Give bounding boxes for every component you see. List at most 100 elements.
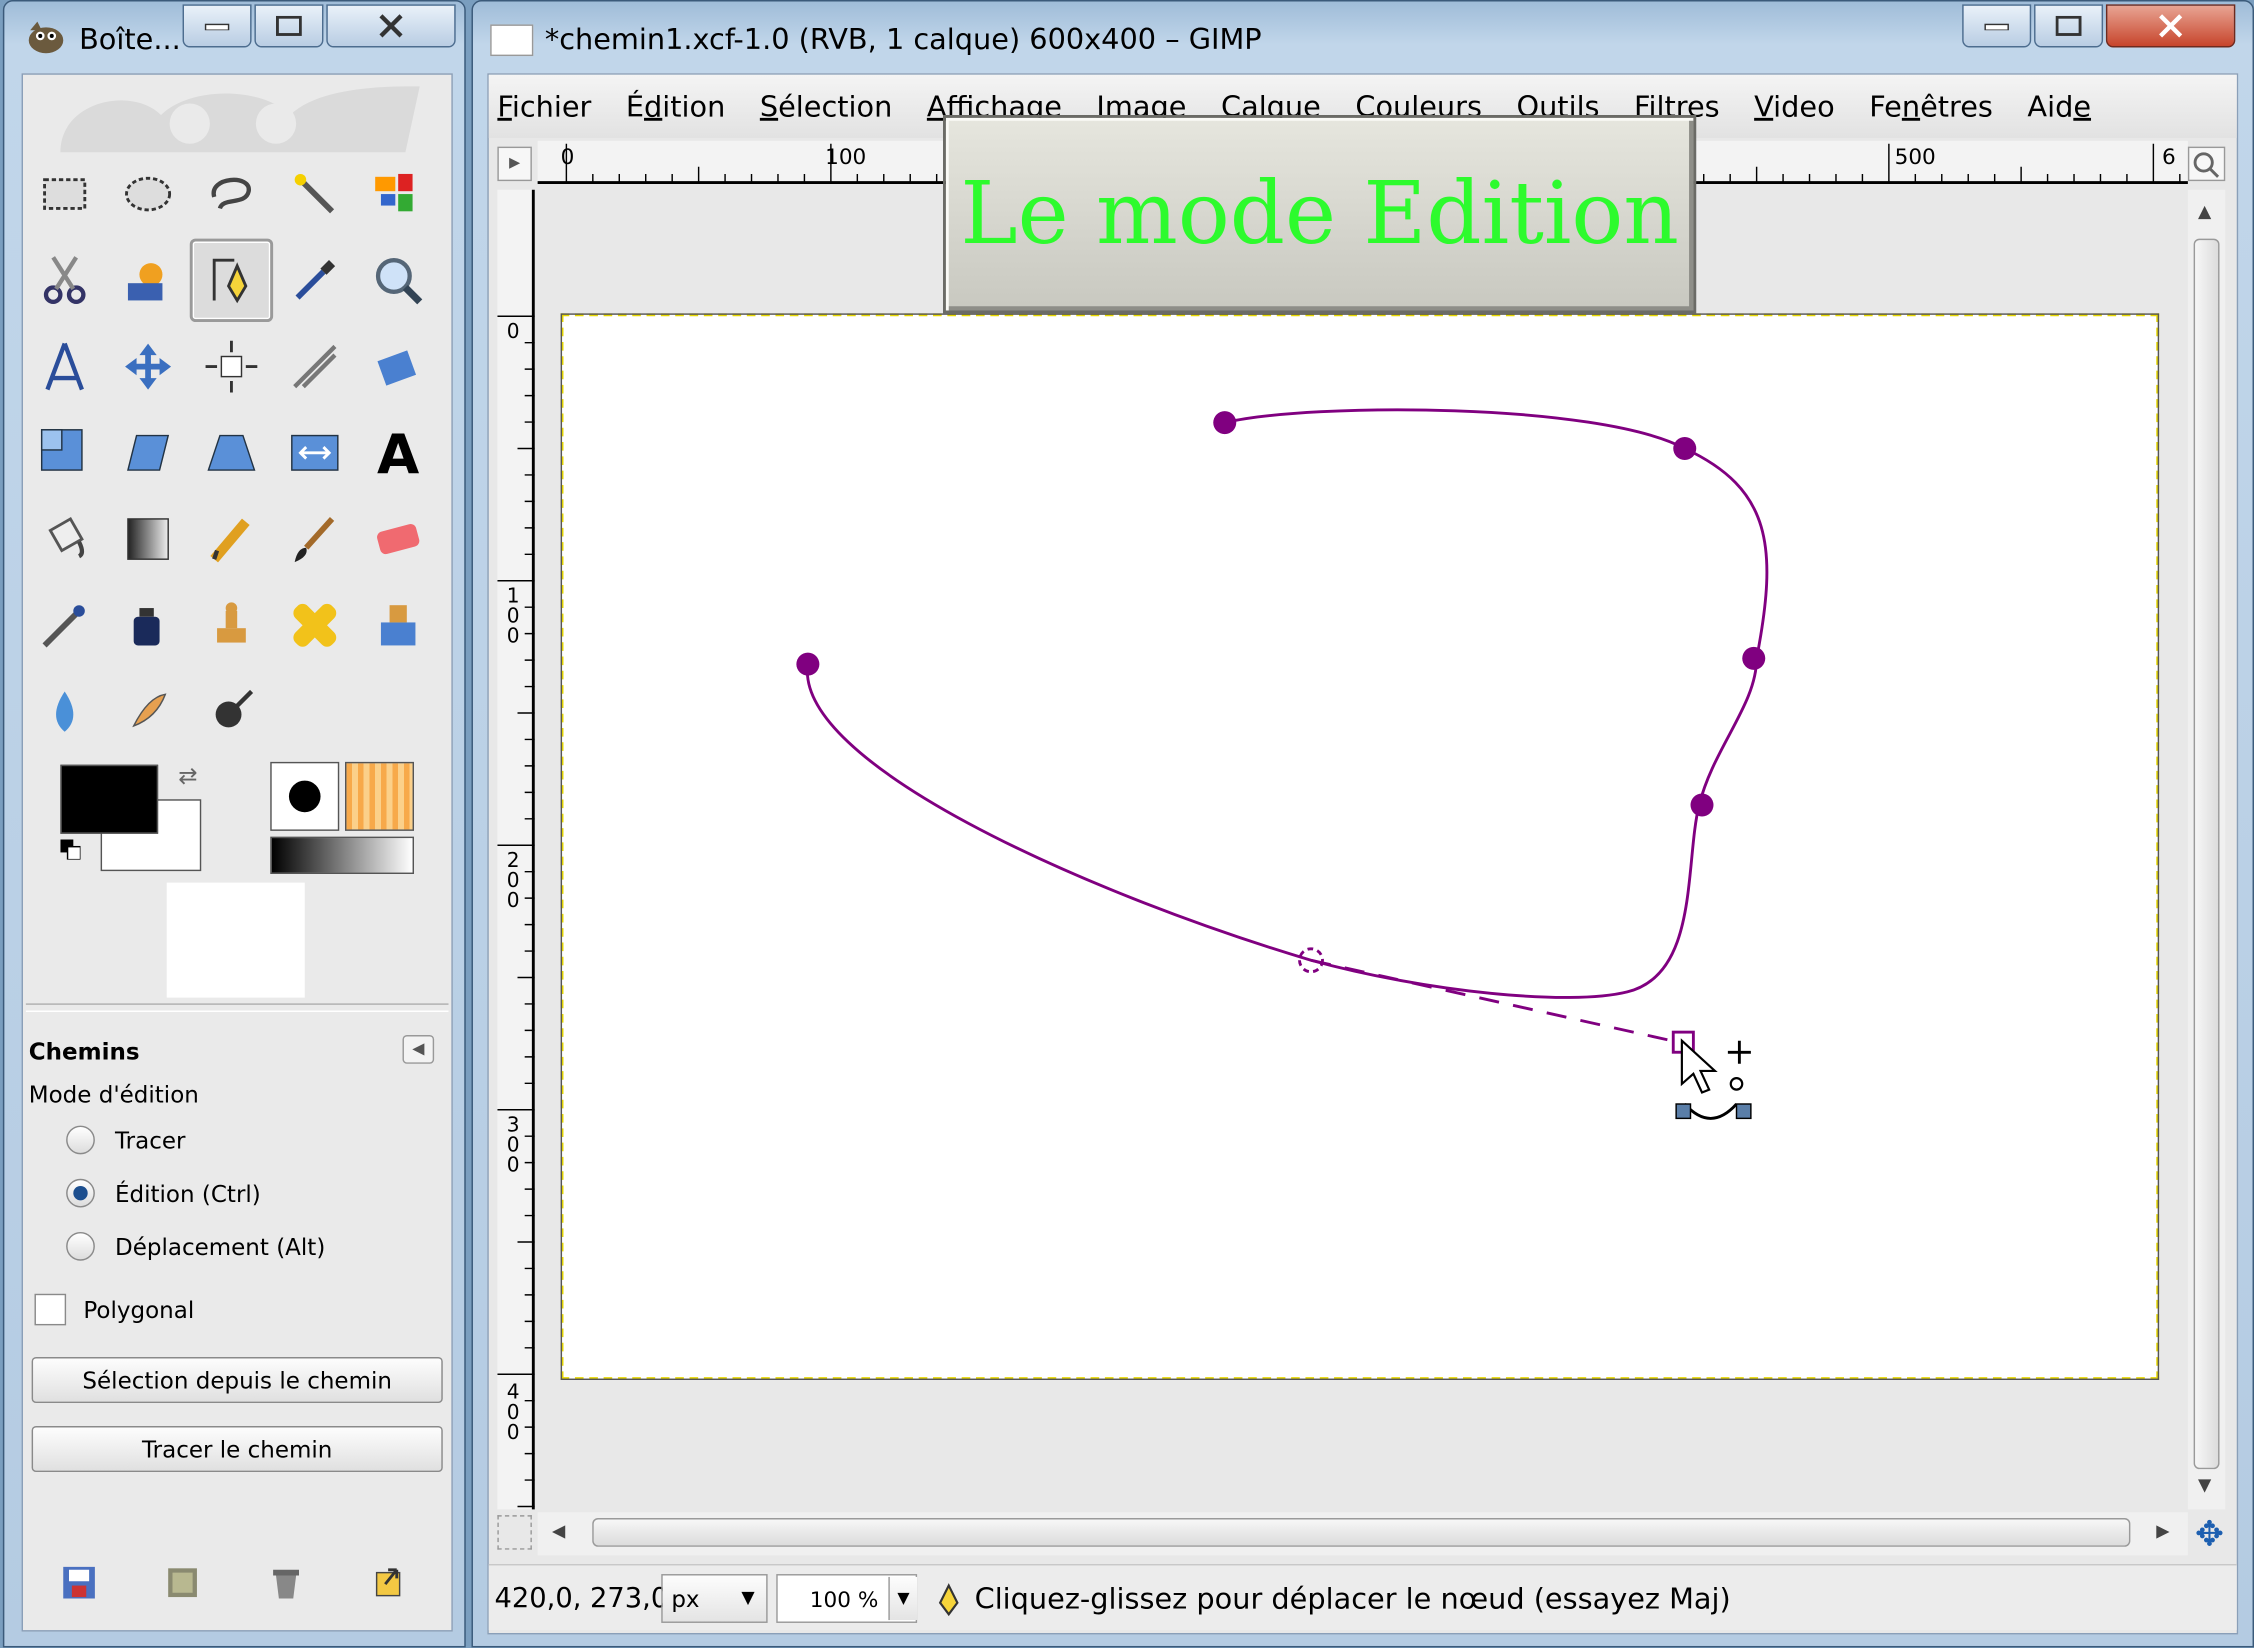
clone-tool-icon[interactable] (190, 584, 273, 667)
swap-colors-icon[interactable]: ⇄ (178, 762, 197, 789)
quick-mask-toggle-icon[interactable] (497, 1515, 532, 1550)
perspective-tool-icon[interactable] (190, 411, 273, 494)
mode-move-label: Déplacement (Alt) (115, 1232, 326, 1260)
image-canvas[interactable] (560, 313, 2163, 1383)
scale-tool-icon[interactable] (23, 411, 106, 494)
blend-tool-icon[interactable] (106, 497, 189, 580)
path-overlay[interactable] (564, 316, 2163, 1383)
color-select-tool-icon[interactable] (357, 152, 440, 235)
color-picker-tool-icon[interactable] (273, 239, 356, 322)
menu-item[interactable]: Fichier (497, 89, 591, 124)
mode-design-radio[interactable]: Tracer (66, 1121, 185, 1158)
rotate-tool-icon[interactable] (357, 325, 440, 408)
restore-options-icon[interactable] (161, 1561, 204, 1604)
move-tool-icon[interactable] (106, 325, 189, 408)
maximize-button[interactable] (254, 4, 324, 48)
navigate-icon[interactable]: ✥ (2191, 1515, 2228, 1552)
horizontal-scroll-thumb[interactable] (592, 1518, 2131, 1547)
text-tool-icon[interactable]: A (357, 411, 440, 494)
maximize-button[interactable] (2034, 4, 2104, 48)
polygonal-checkbox[interactable]: Polygonal (34, 1293, 194, 1326)
menu-item[interactable]: Aide (2027, 89, 2091, 124)
path-anchor[interactable] (1673, 437, 1697, 460)
stroke-path-button[interactable]: Tracer le chemin (31, 1426, 443, 1472)
reset-options-icon[interactable] (368, 1561, 411, 1604)
checkbox-box[interactable] (34, 1293, 67, 1326)
mode-move-radio[interactable]: Déplacement (Alt) (66, 1228, 325, 1265)
scroll-up-arrow-icon[interactable]: ▲ (2198, 201, 2211, 221)
radio-indicator[interactable] (66, 1125, 95, 1155)
hruler-label-600: 6 (2162, 143, 2176, 170)
horizontal-scrollbar[interactable]: ◀ ▶ (537, 1512, 2188, 1556)
paths-tool-icon[interactable] (189, 238, 274, 322)
vertical-ruler[interactable]: 0 100 200 300 400 (497, 189, 535, 1510)
radio-indicator-selected[interactable] (66, 1178, 95, 1208)
radio-indicator[interactable] (66, 1231, 95, 1261)
dodge-burn-tool-icon[interactable] (190, 670, 273, 753)
menu-item-label: Aid (2027, 89, 2074, 124)
smudge-tool-icon[interactable] (106, 670, 189, 753)
zoom-tool-icon[interactable] (357, 239, 440, 322)
brush-preview[interactable] (270, 761, 340, 831)
vertical-scrollbar[interactable]: ▲ ▼ (2187, 189, 2226, 1510)
menu-item[interactable]: Fenêtres (1869, 89, 1993, 124)
selection-from-path-button[interactable]: Sélection depuis le chemin (31, 1357, 443, 1403)
path-anchor[interactable] (1690, 793, 1714, 817)
delete-options-icon[interactable] (265, 1561, 308, 1604)
minimize-button[interactable] (182, 4, 252, 48)
bucket-fill-tool-icon[interactable] (23, 497, 106, 580)
vertical-scroll-thumb[interactable] (2193, 238, 2220, 1470)
pattern-preview[interactable] (345, 761, 414, 831)
crop-tool-icon[interactable] (273, 325, 356, 408)
flip-tool-icon[interactable] (273, 411, 356, 494)
scroll-right-arrow-icon[interactable]: ▶ (2156, 1521, 2169, 1541)
bezier-path[interactable] (806, 408, 1769, 999)
rect-select-tool-icon[interactable] (23, 152, 106, 235)
menu-item[interactable]: Video (1754, 89, 1835, 124)
scroll-left-arrow-icon[interactable]: ◀ (552, 1521, 565, 1541)
heal-tool-icon[interactable] (273, 584, 356, 667)
minimize-button[interactable] (1962, 4, 2032, 48)
path-anchor[interactable] (1213, 411, 1237, 435)
image-titlebar[interactable]: *chemin1.xcf-1.0 (RVB, 1 calque) 600x400… (473, 1, 2253, 73)
pencil-tool-icon[interactable] (190, 497, 273, 580)
free-select-tool-icon[interactable] (190, 152, 273, 235)
path-anchor[interactable] (1742, 646, 1766, 670)
close-button[interactable] (326, 4, 456, 48)
foreground-color-swatch[interactable] (60, 764, 159, 834)
shear-tool-icon[interactable] (106, 411, 189, 494)
airbrush-tool-icon[interactable] (23, 584, 106, 667)
close-button[interactable] (2105, 4, 2236, 48)
paintbrush-tool-icon[interactable] (273, 497, 356, 580)
default-colors-icon[interactable] (60, 839, 81, 860)
fuzzy-select-tool-icon[interactable] (273, 152, 356, 235)
color-area[interactable]: ⇄ (55, 762, 205, 877)
zoom-dropdown-arrow-icon[interactable]: ▼ (888, 1576, 918, 1621)
perspective-clone-tool-icon[interactable] (357, 584, 440, 667)
foreground-select-tool-icon[interactable] (106, 239, 189, 322)
menu-item[interactable]: Édition (626, 89, 726, 124)
blur-tool-icon[interactable] (23, 670, 106, 753)
scissors-tool-icon[interactable] (23, 239, 106, 322)
toolbox-titlebar[interactable]: Boîte... (4, 1, 464, 73)
overlay-caption-text: Le mode Edition (960, 163, 1679, 265)
dock-separator[interactable] (25, 1003, 449, 1012)
menu-item[interactable]: Sélection (760, 89, 893, 124)
ellipse-select-tool-icon[interactable] (106, 152, 189, 235)
path-anchor[interactable] (796, 652, 820, 676)
tool-options-menu-button[interactable]: ◀ (402, 1035, 435, 1064)
measure-tool-icon[interactable] (23, 325, 106, 408)
eraser-tool-icon[interactable] (357, 497, 440, 580)
zoom-image-icon[interactable] (2187, 146, 2226, 182)
align-tool-icon[interactable] (190, 325, 273, 408)
image-menu-button[interactable]: ▶ (497, 146, 532, 182)
gradient-preview[interactable] (270, 836, 414, 874)
gimp-logo-icon (28, 21, 64, 54)
vruler-label-300: 300 (506, 1114, 520, 1178)
unit-selector[interactable]: px ▼ (661, 1574, 768, 1623)
active-image-preview[interactable] (166, 882, 305, 998)
mode-edit-radio[interactable]: Édition (Ctrl) (66, 1174, 261, 1211)
scroll-down-arrow-icon[interactable]: ▼ (2198, 1475, 2211, 1495)
save-options-icon[interactable] (58, 1561, 101, 1604)
ink-tool-icon[interactable] (106, 584, 189, 667)
